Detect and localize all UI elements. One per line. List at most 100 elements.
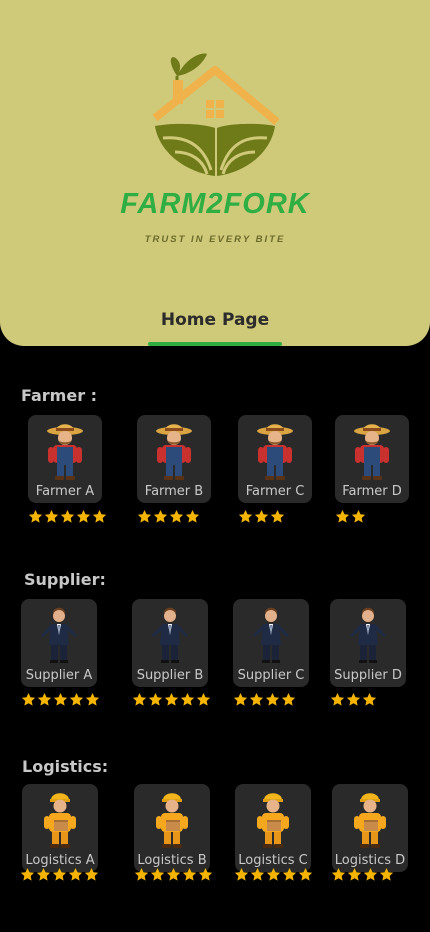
supplier-icon: [251, 605, 291, 665]
profile-card[interactable]: Supplier C: [233, 599, 309, 687]
star-icon: [233, 692, 248, 707]
star-icon: [84, 867, 99, 882]
star-icon: [363, 867, 378, 882]
logistics-icon: [40, 790, 80, 850]
card-label: Logistics A: [25, 853, 95, 868]
profile-card[interactable]: Logistics A: [22, 784, 98, 872]
star-icon: [148, 692, 163, 707]
star-icon: [36, 867, 51, 882]
star-icon: [134, 867, 149, 882]
star-rating: [233, 692, 296, 708]
star-rating: [21, 692, 100, 708]
card-label: Logistics C: [238, 853, 308, 868]
farmer-icon: [45, 421, 85, 481]
star-icon: [37, 692, 52, 707]
star-icon: [346, 692, 361, 707]
section-title: Supplier:: [24, 570, 106, 589]
star-icon: [196, 692, 211, 707]
star-icon: [169, 509, 184, 524]
farmer-icon: [154, 421, 194, 481]
star-icon: [182, 867, 197, 882]
star-icon: [234, 867, 249, 882]
star-rating: [28, 509, 107, 525]
profile-card[interactable]: Farmer A: [28, 415, 102, 503]
star-icon: [362, 692, 377, 707]
profile-card[interactable]: Logistics C: [235, 784, 311, 872]
star-icon: [335, 509, 350, 524]
star-icon: [150, 867, 165, 882]
star-icon: [166, 867, 181, 882]
star-icon: [53, 692, 68, 707]
farmer-icon: [352, 421, 392, 481]
card-label: Logistics D: [334, 853, 406, 868]
tab-home-page[interactable]: Home Page: [148, 310, 282, 330]
supplier-icon: [39, 605, 79, 665]
card-label: Logistics B: [137, 853, 207, 868]
star-icon: [52, 867, 67, 882]
star-icon: [250, 867, 265, 882]
card-label: Farmer D: [342, 484, 402, 499]
star-rating: [137, 509, 200, 525]
star-icon: [44, 509, 59, 524]
card-label: Supplier C: [237, 668, 305, 683]
brand-name: FARM2FORK: [120, 188, 310, 220]
card-label: Farmer C: [245, 484, 305, 499]
star-icon: [281, 692, 296, 707]
star-icon: [379, 867, 394, 882]
star-icon: [68, 867, 83, 882]
star-icon: [331, 867, 346, 882]
star-icon: [137, 509, 152, 524]
logistics-icon: [152, 790, 192, 850]
star-rating: [234, 867, 313, 883]
star-rating: [331, 867, 394, 883]
farm-logo-icon: [152, 53, 280, 176]
card-label: Farmer A: [35, 484, 95, 499]
star-rating: [132, 692, 211, 708]
card-label: Supplier B: [136, 668, 204, 683]
star-icon: [330, 692, 345, 707]
section-title: Logistics:: [22, 757, 109, 776]
profile-card[interactable]: Supplier B: [132, 599, 208, 687]
star-icon: [132, 692, 147, 707]
profile-card[interactable]: Logistics B: [134, 784, 210, 872]
star-rating: [238, 509, 285, 525]
star-icon: [254, 509, 269, 524]
profile-card[interactable]: Farmer D: [335, 415, 409, 503]
logistics-icon: [253, 790, 293, 850]
brand-tagline: TRUST IN EVERY BITE: [144, 234, 286, 245]
star-icon: [249, 692, 264, 707]
star-icon: [347, 867, 362, 882]
star-icon: [180, 692, 195, 707]
supplier-icon: [150, 605, 190, 665]
profile-card[interactable]: Supplier D: [330, 599, 406, 687]
star-icon: [265, 692, 280, 707]
star-icon: [198, 867, 213, 882]
profile-card[interactable]: Farmer C: [238, 415, 312, 503]
profile-card[interactable]: Supplier A: [21, 599, 97, 687]
star-icon: [85, 692, 100, 707]
profile-card[interactable]: Logistics D: [332, 784, 408, 872]
profile-card[interactable]: Farmer B: [137, 415, 211, 503]
card-label: Farmer B: [144, 484, 204, 499]
star-icon: [76, 509, 91, 524]
logistics-icon: [350, 790, 390, 850]
star-icon: [238, 509, 253, 524]
star-icon: [28, 509, 43, 524]
star-rating: [335, 509, 366, 525]
header-banner: FARM2FORK TRUST IN EVERY BITE Home Page: [0, 0, 430, 346]
star-icon: [351, 509, 366, 524]
star-icon: [21, 692, 36, 707]
star-icon: [270, 509, 285, 524]
section-title: Farmer :: [21, 386, 98, 405]
card-label: Supplier D: [334, 668, 402, 683]
star-rating: [20, 867, 99, 883]
farmer-icon: [255, 421, 295, 481]
star-icon: [185, 509, 200, 524]
star-rating: [330, 692, 377, 708]
star-icon: [298, 867, 313, 882]
star-rating: [134, 867, 213, 883]
star-icon: [164, 692, 179, 707]
star-icon: [69, 692, 84, 707]
star-icon: [60, 509, 75, 524]
star-icon: [282, 867, 297, 882]
